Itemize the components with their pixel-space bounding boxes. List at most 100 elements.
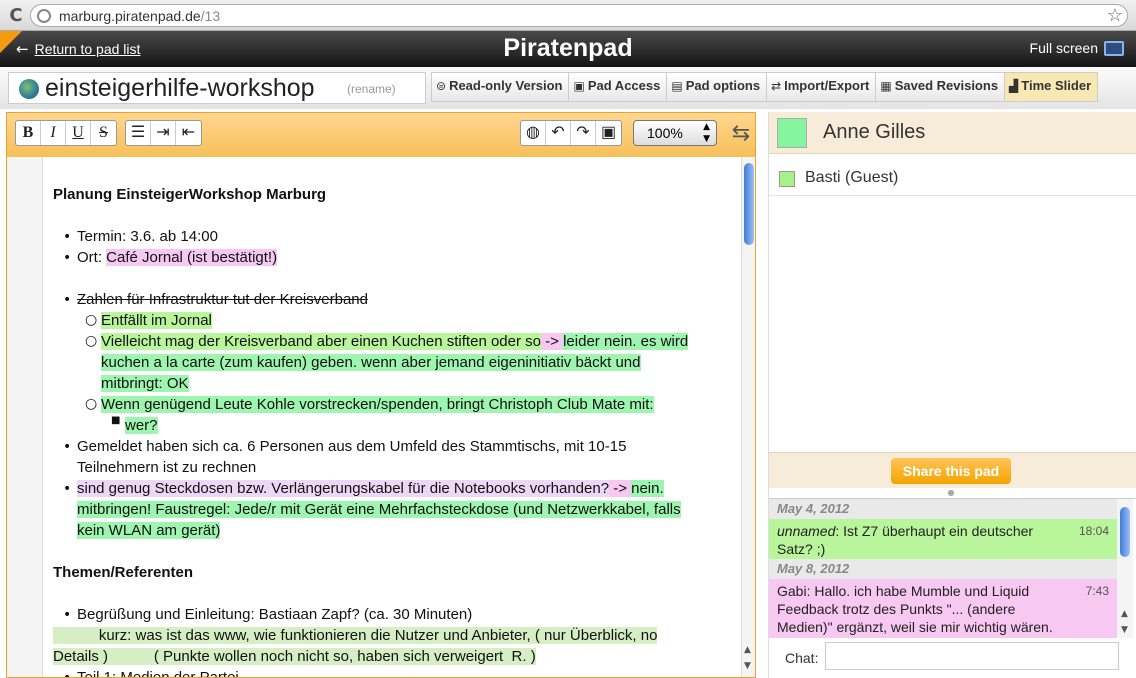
- heading-text: Themen/Referenten: [53, 564, 194, 581]
- user-color-swatch: [779, 171, 795, 187]
- chat-input[interactable]: [825, 642, 1119, 670]
- save-revision-icon[interactable]: ▣: [596, 121, 621, 145]
- pad-text[interactable]: 1 2 4 5 7 8 9 10 11 12 13 14 15 16 17 18…: [43, 157, 741, 677]
- tab-time-slider[interactable]: ▟ Time Slider: [1005, 72, 1099, 102]
- text-line: Details ) ( Punkte wollen noch nicht so,…: [53, 648, 536, 665]
- tab-label: Pad Access: [587, 78, 661, 93]
- chat-message: Gabi: Hallo. ich habe Mumble und Liquid …: [769, 579, 1117, 638]
- chat-scrollbar[interactable]: ▲ ▼: [1117, 499, 1133, 638]
- chat-text: : Hallo. ich habe Mumble und Liquid Feed…: [777, 583, 1053, 638]
- my-user-row: Anne Gilles: [769, 112, 1136, 154]
- scroll-up-icon[interactable]: ▲: [744, 645, 751, 655]
- list-item: sind genug Steckdosen bzw. Verlängerungs…: [77, 480, 664, 497]
- pad-name: einsteigerhilfe-workshop: [45, 74, 315, 102]
- share-pad-button[interactable]: Share this pad: [891, 458, 1011, 484]
- tab-label: Read-only Version: [449, 78, 563, 93]
- list-item: Gemeldet haben sich ca. 6 Personen aus d…: [77, 438, 627, 455]
- page-icon: [37, 9, 51, 23]
- tab-label: Time Slider: [1021, 78, 1092, 93]
- rename-link[interactable]: (rename): [347, 82, 396, 96]
- text-span: Entfällt im Jornal: [101, 312, 212, 329]
- scroll-down-icon[interactable]: ▼: [1121, 625, 1128, 635]
- scroll-down-icon[interactable]: ▼: [744, 661, 751, 671]
- tab-read-only-version[interactable]: ⊜ Read-only Version: [431, 72, 570, 102]
- list-item: wer?: [125, 417, 158, 434]
- list-item: Entfällt im Jornal: [101, 312, 212, 329]
- scrollbar-thumb[interactable]: [744, 163, 754, 245]
- users-chat-panel: Anne Gilles Basti (Guest) Share this pad…: [768, 112, 1136, 678]
- bullet-icon: •: [63, 439, 72, 455]
- text-span: kein WLAN am gerät): [77, 522, 221, 539]
- text-span: Ort:: [77, 249, 107, 266]
- text-span: kuchen a la carte (zum kaufen) geben. we…: [101, 354, 641, 371]
- underline-button[interactable]: U: [66, 121, 91, 145]
- undo-icon[interactable]: ↶: [546, 121, 571, 145]
- bookmark-star-icon[interactable]: ☆: [1107, 5, 1123, 26]
- redo-icon[interactable]: ↷: [571, 121, 596, 145]
- globe-icon: [19, 79, 39, 99]
- tab-label: Pad options: [685, 78, 761, 93]
- address-bar[interactable]: marburg.piratenpad.de/13 ☆: [30, 4, 1128, 27]
- text-span: mitbringen! Faustregel: Jede/r mit Gerät…: [77, 501, 681, 518]
- tab-pad-options[interactable]: ▤ Pad options: [667, 72, 768, 102]
- color-wheel-icon[interactable]: ◍: [521, 121, 546, 145]
- text-span: mitbringt: OK: [101, 375, 189, 392]
- full-screen-label: Full screen: [1029, 40, 1098, 56]
- text-span: wer?: [125, 417, 158, 434]
- line-number-gutter: [7, 157, 43, 677]
- chat-message: unnamed: Ist Z7 überhaupt ein deutscher …: [769, 519, 1117, 559]
- swap-panels-icon[interactable]: ⇆: [729, 119, 753, 149]
- user-row: Basti (Guest): [769, 162, 1136, 196]
- full-screen-icon: [1104, 41, 1124, 56]
- my-name[interactable]: Anne Gilles: [823, 121, 925, 144]
- tab-import-export[interactable]: ⇄ Import/Export: [767, 72, 877, 102]
- chat-author: Gabi: [777, 583, 807, 599]
- list-item: Zahlen für Infrastruktur tut der Kreisve…: [77, 291, 368, 308]
- history-group: ◍ ↶ ↷ ▣: [520, 120, 622, 146]
- tab-label: Saved Revisions: [894, 78, 999, 93]
- user-name: Basti (Guest): [805, 169, 899, 186]
- chat-input-row: Chat:: [769, 638, 1136, 678]
- list-item: Wenn genügend Leute Kohle vorstrecken/sp…: [101, 396, 654, 413]
- reload-icon[interactable]: C: [6, 6, 26, 26]
- bullet-icon: •: [63, 229, 72, 245]
- chat-date: May 8, 2012: [769, 559, 1117, 579]
- editor-toolbar: B I U S ☰ ⇥ ⇤ ◍ ↶ ↷ ▣ 100% ▲ ▼ ⇆: [7, 113, 755, 157]
- resize-handle-icon[interactable]: ●: [946, 488, 956, 498]
- sub-bullet-icon: ○: [85, 396, 98, 412]
- document-icon: ▤: [671, 79, 683, 93]
- bullet-icon: •: [63, 481, 72, 497]
- outdent-icon[interactable]: ⇤: [176, 121, 201, 145]
- scroll-up-icon[interactable]: ▲: [1121, 609, 1128, 619]
- italic-button[interactable]: I: [41, 121, 66, 145]
- my-color-swatch[interactable]: [777, 118, 807, 148]
- chat-time: 18:04: [1078, 524, 1109, 538]
- text-span: Details ) ( Punkte wollen noch nicht so,…: [53, 648, 536, 665]
- full-screen-button[interactable]: Full screen: [1030, 40, 1124, 56]
- text-span: ->: [609, 480, 632, 497]
- text-span: leider nein. es wird: [563, 333, 689, 350]
- indent-icon[interactable]: ⇥: [151, 121, 176, 145]
- editor-panel: B I U S ☰ ⇥ ⇤ ◍ ↶ ↷ ▣ 100%▲▼ ⇆ 1 2 4 5 7…: [6, 112, 756, 678]
- text-span: nein.: [631, 480, 664, 497]
- url-path: /13: [200, 8, 221, 24]
- text-span: kurz: was ist das www, wie funktionieren…: [53, 627, 658, 644]
- bold-button[interactable]: B: [16, 121, 41, 145]
- list-item-continuation: mitbringen! Faustregel: Jede/r mit Gerät…: [77, 501, 681, 518]
- list-item: Ort: Café Jornal (ist bestätigt!): [77, 249, 278, 266]
- heading-text: Planung EinsteigerWorkshop Marburg: [53, 186, 327, 203]
- tab-pad-access[interactable]: ▣ Pad Access: [569, 72, 668, 102]
- chat-log: May 4, 2012 unnamed: Ist Z7 überhaupt ei…: [769, 498, 1136, 638]
- strikethrough-button[interactable]: S: [91, 121, 116, 145]
- text-span: Café Jornal (ist bestätigt!): [106, 249, 278, 266]
- scrollbar-thumb[interactable]: [1120, 507, 1130, 557]
- list-item-continuation: mitbringt: OK: [101, 375, 189, 392]
- zoom-select[interactable]: 100% ▲ ▼: [633, 120, 717, 146]
- format-group: B I U S: [15, 120, 117, 146]
- text-span: ->: [541, 333, 564, 350]
- tab-saved-revisions[interactable]: ▦ Saved Revisions: [876, 72, 1006, 102]
- url-text[interactable]: marburg.piratenpad.de/13: [59, 8, 220, 24]
- editor-scrollbar[interactable]: ▲ ▼: [741, 157, 755, 677]
- bullet-list-icon[interactable]: ☰: [126, 121, 151, 145]
- bullet-icon: •: [63, 607, 72, 623]
